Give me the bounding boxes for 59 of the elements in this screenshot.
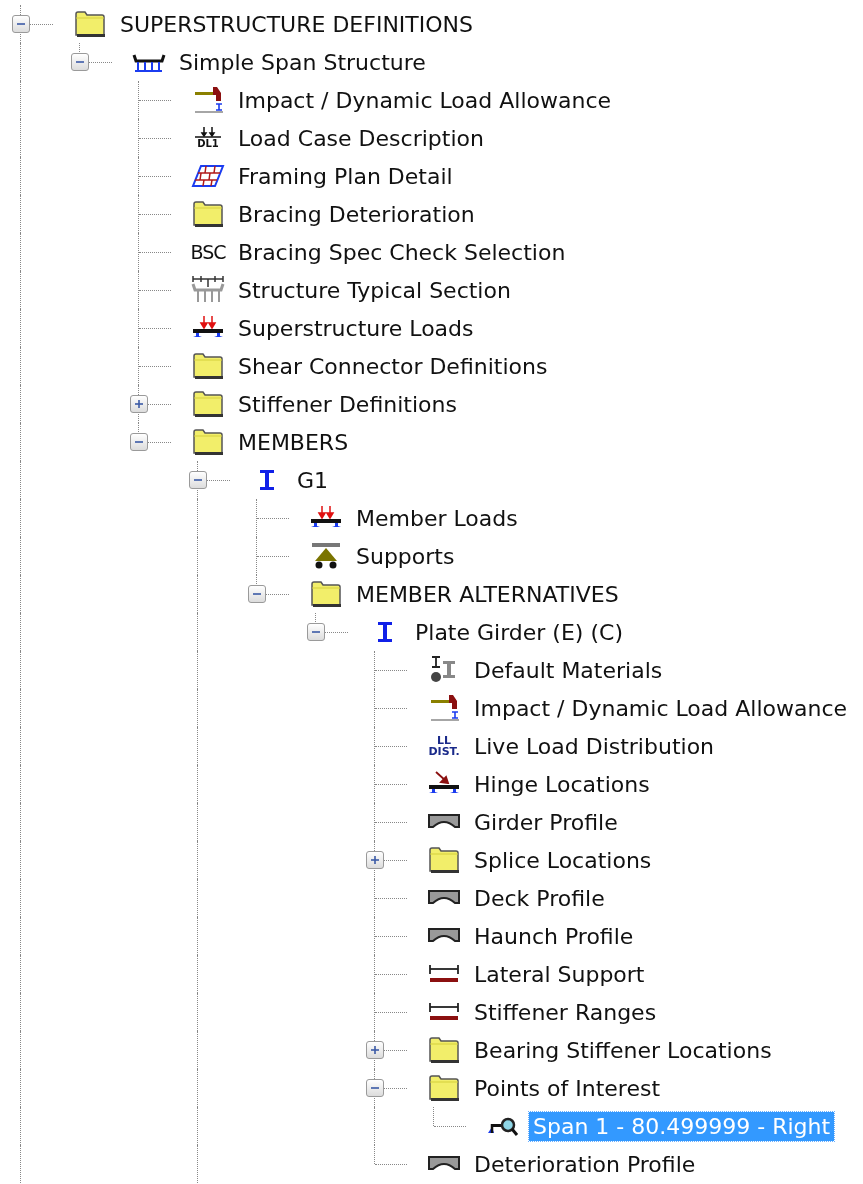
collapse-toggle[interactable] (366, 1079, 384, 1097)
tree-item[interactable]: Splice Locations (470, 845, 656, 875)
plus-icon (134, 399, 144, 409)
tree-item[interactable]: MEMBER ALTERNATIVES (352, 579, 623, 609)
tree-item[interactable]: SUPERSTRUCTURE DEFINITIONS (116, 9, 477, 39)
collapse-toggle[interactable] (130, 433, 148, 451)
tree-item[interactable]: Simple Span Structure (175, 47, 430, 77)
tree-item[interactable]: Deterioration Profile (470, 1149, 700, 1179)
folder-icon (192, 352, 224, 380)
tree-item[interactable]: Stiffener Ranges (470, 997, 661, 1027)
folder-icon (428, 846, 460, 874)
expand-toggle[interactable] (366, 851, 384, 869)
tree-item[interactable]: Bearing Stiffener Locations (470, 1035, 776, 1065)
tree-item[interactable]: Bracing Spec Check Selection (234, 237, 570, 267)
tree-item[interactable]: Member Loads (352, 503, 522, 533)
icon-label: LL DIST. (428, 735, 460, 757)
tree-item[interactable]: Default Materials (470, 655, 667, 685)
tree-item[interactable]: Load Case Description (234, 123, 488, 153)
icon-label: BSC (190, 242, 226, 262)
tree-item[interactable]: Structure Typical Section (234, 275, 515, 305)
tree-item[interactable]: Points of Interest (470, 1073, 665, 1103)
tree-item[interactable]: Supports (352, 541, 459, 571)
bridge-section-icon (191, 275, 225, 305)
icon-label: DL1 (197, 139, 219, 149)
tree-item[interactable]: MEMBERS (234, 427, 353, 457)
tree-item[interactable]: Live Load Distribution (470, 731, 719, 761)
tree-item[interactable]: Framing Plan Detail (234, 161, 457, 191)
tree-item[interactable]: Shear Connector Definitions (234, 351, 552, 381)
tree-item[interactable]: Girder Profile (470, 807, 622, 837)
expand-toggle[interactable] (366, 1041, 384, 1059)
collapse-toggle[interactable] (248, 585, 266, 603)
tree-item[interactable]: Bracing Deterioration (234, 199, 479, 229)
load-arrows-icon (193, 127, 223, 139)
collapse-toggle[interactable] (12, 15, 30, 33)
folder-icon (192, 428, 224, 456)
tree-item[interactable]: Stiffener Definitions (234, 389, 461, 419)
collapse-toggle[interactable] (307, 623, 325, 641)
folder-icon (192, 390, 224, 418)
tree-item[interactable]: Haunch Profile (470, 921, 638, 951)
folder-icon (428, 1074, 460, 1102)
folder-icon (428, 1036, 460, 1064)
plus-icon (370, 1045, 380, 1055)
expand-toggle[interactable] (130, 395, 148, 413)
tree-item[interactable]: G1 (293, 465, 333, 495)
tree-item[interactable]: Deck Profile (470, 883, 609, 913)
collapse-toggle[interactable] (71, 53, 89, 71)
folder-icon (310, 580, 342, 608)
folder-icon (192, 200, 224, 228)
collapse-toggle[interactable] (189, 471, 207, 489)
tree-item[interactable]: Impact / Dynamic Load Allowance (234, 85, 616, 115)
tree-item[interactable]: Superstructure Loads (234, 313, 478, 343)
tree-item[interactable]: Lateral Support (470, 959, 649, 989)
support-icon (309, 542, 343, 570)
tree-item[interactable]: Hinge Locations (470, 769, 654, 799)
grid-plan-icon (191, 163, 225, 189)
tree-item[interactable]: Impact / Dynamic Load Allowance (470, 693, 852, 723)
folder-icon (74, 10, 106, 38)
plus-icon (370, 855, 380, 865)
tree-item[interactable]: Plate Girder (E) (C) (411, 617, 627, 647)
